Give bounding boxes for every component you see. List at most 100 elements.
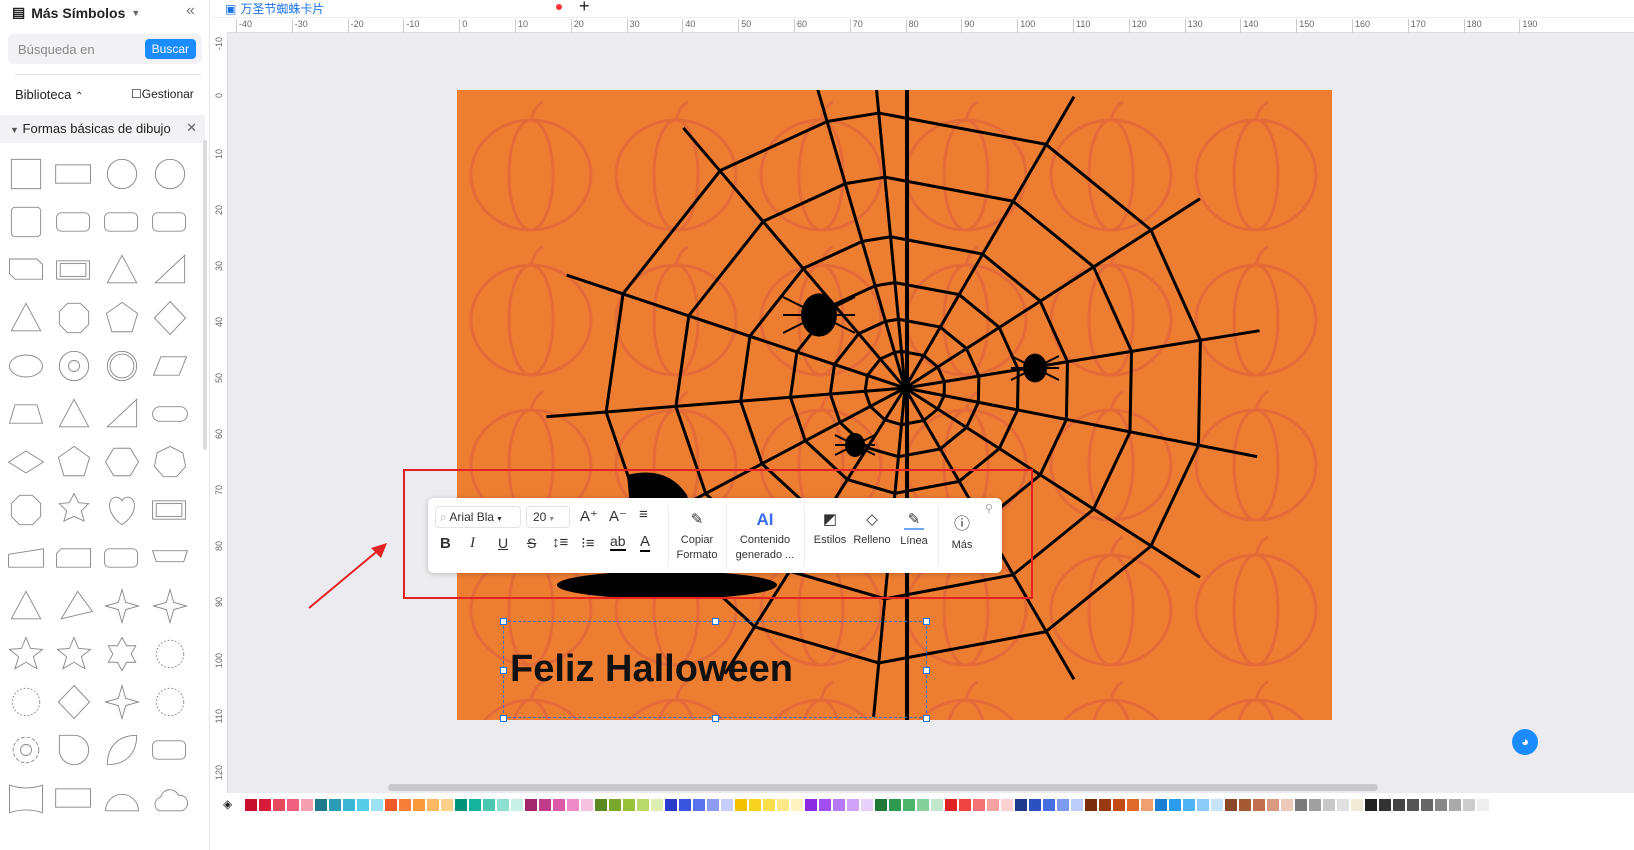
more-button[interactable]: ⓘ Más xyxy=(944,510,980,551)
color-swatch[interactable] xyxy=(1155,799,1167,811)
highlight-icon[interactable]: ab xyxy=(610,533,626,551)
color-swatch[interactable] xyxy=(1295,799,1307,811)
color-swatch[interactable] xyxy=(1253,799,1265,811)
search-button[interactable]: Buscar xyxy=(144,39,196,59)
shape-circle[interactable] xyxy=(100,152,144,196)
color-swatch[interactable] xyxy=(1071,799,1083,811)
collapse-sidebar-icon[interactable]: « xyxy=(186,2,195,20)
color-swatch[interactable] xyxy=(1407,799,1419,811)
shape-kite[interactable] xyxy=(52,584,96,628)
color-swatch[interactable] xyxy=(959,799,971,811)
color-swatch[interactable] xyxy=(1421,799,1433,811)
shape-triangle[interactable] xyxy=(4,584,48,628)
resize-handle[interactable] xyxy=(923,667,930,674)
color-swatch[interactable] xyxy=(875,799,887,811)
bold-icon[interactable]: B xyxy=(440,535,451,552)
shape-star4[interactable] xyxy=(148,584,192,628)
color-swatch[interactable] xyxy=(889,799,901,811)
color-swatch[interactable] xyxy=(1449,799,1461,811)
color-swatch[interactable] xyxy=(791,799,803,811)
color-swatch[interactable] xyxy=(1057,799,1069,811)
color-swatch[interactable] xyxy=(805,799,817,811)
search-input[interactable]: Búsqueda en xyxy=(18,42,95,57)
fill-button[interactable]: ◇ Relleno xyxy=(852,510,892,546)
color-swatch[interactable] xyxy=(343,799,355,811)
tab-document[interactable]: ▣ 万圣节蜘蛛卡片 xyxy=(225,0,324,17)
shape-leaf[interactable] xyxy=(100,728,144,772)
color-swatch[interactable] xyxy=(483,799,495,811)
shape-star6[interactable] xyxy=(100,632,144,676)
color-swatch[interactable] xyxy=(259,799,271,811)
shape-half-circle[interactable] xyxy=(100,776,144,820)
resize-handle[interactable] xyxy=(923,715,930,722)
color-swatch[interactable] xyxy=(441,799,453,811)
resize-handle[interactable] xyxy=(712,618,719,625)
shape-burst[interactable] xyxy=(148,632,192,676)
shape-heart[interactable] xyxy=(100,488,144,532)
shape-pentagon[interactable] xyxy=(100,296,144,340)
ai-content-button[interactable]: AI Contenido generado ... xyxy=(730,510,800,561)
color-swatch[interactable] xyxy=(385,799,397,811)
color-swatch[interactable] xyxy=(945,799,957,811)
color-swatch[interactable] xyxy=(707,799,719,811)
font-color-icon[interactable]: A xyxy=(640,533,651,552)
resize-handle[interactable] xyxy=(500,715,507,722)
color-swatch[interactable] xyxy=(511,799,523,811)
color-swatch[interactable] xyxy=(245,799,257,811)
font-size-select[interactable]: 20 ▼ xyxy=(526,506,570,528)
color-swatch[interactable] xyxy=(1491,799,1503,811)
shape-pill[interactable] xyxy=(148,392,192,436)
shape-ellipse[interactable] xyxy=(4,344,48,388)
color-swatch[interactable] xyxy=(1001,799,1013,811)
color-swatch[interactable] xyxy=(777,799,789,811)
shape-star4[interactable] xyxy=(100,680,144,724)
color-swatch[interactable] xyxy=(497,799,509,811)
color-swatch[interactable] xyxy=(903,799,915,811)
color-swatch[interactable] xyxy=(749,799,761,811)
shape-star4[interactable] xyxy=(100,584,144,628)
shape-rounded-square[interactable] xyxy=(4,200,48,244)
close-icon[interactable]: ✕ xyxy=(186,120,197,136)
shape-rounded-rect[interactable] xyxy=(52,200,96,244)
color-swatch[interactable] xyxy=(973,799,985,811)
shape-right-tri[interactable] xyxy=(100,392,144,436)
color-swatch[interactable] xyxy=(1197,799,1209,811)
styles-button[interactable]: ◩ Estilos xyxy=(810,510,850,546)
color-swatch[interactable] xyxy=(287,799,299,811)
shape-rounded-rect[interactable] xyxy=(148,728,192,772)
shape-cloud[interactable] xyxy=(148,776,192,820)
color-swatch[interactable] xyxy=(1379,799,1391,811)
color-swatch[interactable] xyxy=(1323,799,1335,811)
color-swatch[interactable] xyxy=(371,799,383,811)
shape-heptagon[interactable] xyxy=(148,440,192,484)
library-toggle[interactable]: Biblioteca ⌃ xyxy=(15,87,83,102)
color-swatch[interactable] xyxy=(329,799,341,811)
line-button[interactable]: ✎ Línea xyxy=(894,510,934,547)
shape-burst[interactable] xyxy=(148,680,192,724)
color-swatch[interactable] xyxy=(833,799,845,811)
shape-diamond[interactable] xyxy=(52,680,96,724)
color-swatch[interactable] xyxy=(1043,799,1055,811)
horizontal-scrollbar[interactable] xyxy=(388,784,1378,791)
shape-pentagon[interactable] xyxy=(52,440,96,484)
shape-triangle[interactable] xyxy=(100,248,144,292)
color-swatch[interactable] xyxy=(399,799,411,811)
color-swatch[interactable] xyxy=(427,799,439,811)
color-swatch[interactable] xyxy=(1015,799,1027,811)
shape-frame[interactable] xyxy=(148,488,192,532)
sidebar-scrollbar[interactable] xyxy=(203,140,207,450)
resize-handle[interactable] xyxy=(500,618,507,625)
color-swatch[interactable] xyxy=(1267,799,1279,811)
shape-parallelogram[interactable] xyxy=(148,344,192,388)
shape-drop[interactable] xyxy=(52,728,96,772)
color-swatch[interactable] xyxy=(455,799,467,811)
color-swatch[interactable] xyxy=(1393,799,1405,811)
resize-handle[interactable] xyxy=(712,715,719,722)
color-swatch[interactable] xyxy=(651,799,663,811)
color-swatch[interactable] xyxy=(1281,799,1293,811)
color-swatch[interactable] xyxy=(301,799,313,811)
pin-icon[interactable]: ⚲ xyxy=(985,502,993,515)
shape-star5[interactable] xyxy=(4,632,48,676)
fill-bucket-icon[interactable]: ◈ xyxy=(223,797,232,811)
shape-slope[interactable] xyxy=(4,536,48,580)
